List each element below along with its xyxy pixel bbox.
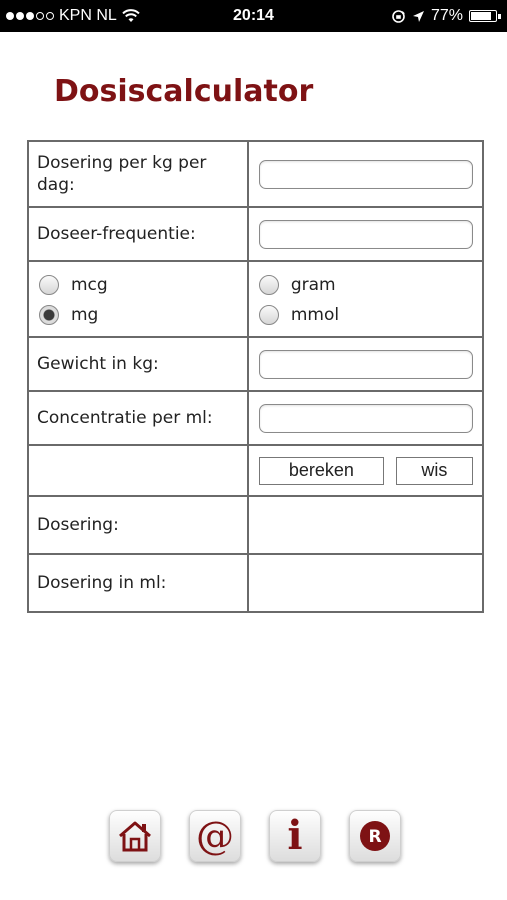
unit-option-gram[interactable]: gram — [258, 270, 482, 300]
dose-per-kg-cell — [246, 140, 485, 208]
dose-per-kg-label: Dosering per kg per dag: — [27, 140, 249, 208]
svg-text:R: R — [368, 827, 381, 847]
dose-calculator-form: Dosering per kg per dag: Doseer-frequent… — [27, 140, 485, 613]
bottom-toolbar: @ i R — [0, 810, 507, 866]
unit-option-mmol[interactable]: mmol — [258, 300, 482, 330]
status-bar: KPN NL 20:14 77% — [0, 0, 507, 32]
info-button[interactable]: i — [269, 810, 321, 862]
clear-button[interactable]: wis — [395, 456, 473, 485]
unit-label-mcg: mcg — [71, 275, 108, 295]
at-sign-icon: @ — [196, 814, 234, 858]
radio-mmol[interactable] — [258, 305, 279, 325]
rotation-lock-icon — [392, 9, 405, 23]
action-buttons-cell: bereken wis — [246, 444, 485, 497]
unit-option-mcg[interactable]: mcg — [39, 270, 247, 300]
weight-cell — [246, 336, 485, 392]
weight-label: Gewicht in kg: — [27, 336, 249, 392]
unit-option-mg[interactable]: mg — [39, 300, 247, 330]
units-right-cell: gram mmol — [246, 260, 485, 338]
page-title: Dosiscalculator — [54, 74, 314, 109]
radio-mg[interactable] — [39, 305, 59, 325]
status-right: 77% — [391, 7, 501, 25]
concentration-cell — [246, 390, 485, 446]
radio-gram[interactable] — [258, 275, 279, 295]
dose-ml-label: Dosering in ml: — [27, 553, 249, 613]
dose-result-label: Dosering: — [27, 495, 249, 555]
dose-result-value — [246, 495, 485, 555]
contact-button[interactable]: @ — [189, 810, 241, 862]
concentration-label: Concentratie per ml: — [27, 390, 249, 446]
home-button[interactable] — [109, 810, 161, 862]
frequency-input[interactable] — [258, 219, 473, 249]
frequency-label: Doseer-frequentie: — [27, 206, 249, 262]
battery-icon — [469, 10, 501, 22]
registered-button[interactable]: R — [349, 810, 401, 862]
units-left-cell: mcg mg — [27, 260, 249, 338]
location-arrow-icon — [412, 10, 424, 22]
battery-percent: 77% — [430, 7, 463, 24]
weight-input[interactable] — [258, 349, 473, 379]
unit-label-mg: mg — [71, 305, 99, 325]
dose-ml-value — [246, 553, 485, 613]
registered-icon: R — [360, 821, 390, 851]
unit-label-mmol: mmol — [290, 305, 340, 325]
home-icon — [119, 821, 151, 852]
calculate-button[interactable]: bereken — [258, 456, 384, 485]
frequency-cell — [246, 206, 485, 262]
dose-per-kg-input[interactable] — [258, 159, 473, 189]
info-icon: i — [287, 812, 303, 859]
empty-cell — [27, 444, 249, 497]
unit-label-gram: gram — [290, 275, 336, 295]
concentration-input[interactable] — [258, 403, 473, 433]
radio-mcg[interactable] — [39, 275, 59, 295]
